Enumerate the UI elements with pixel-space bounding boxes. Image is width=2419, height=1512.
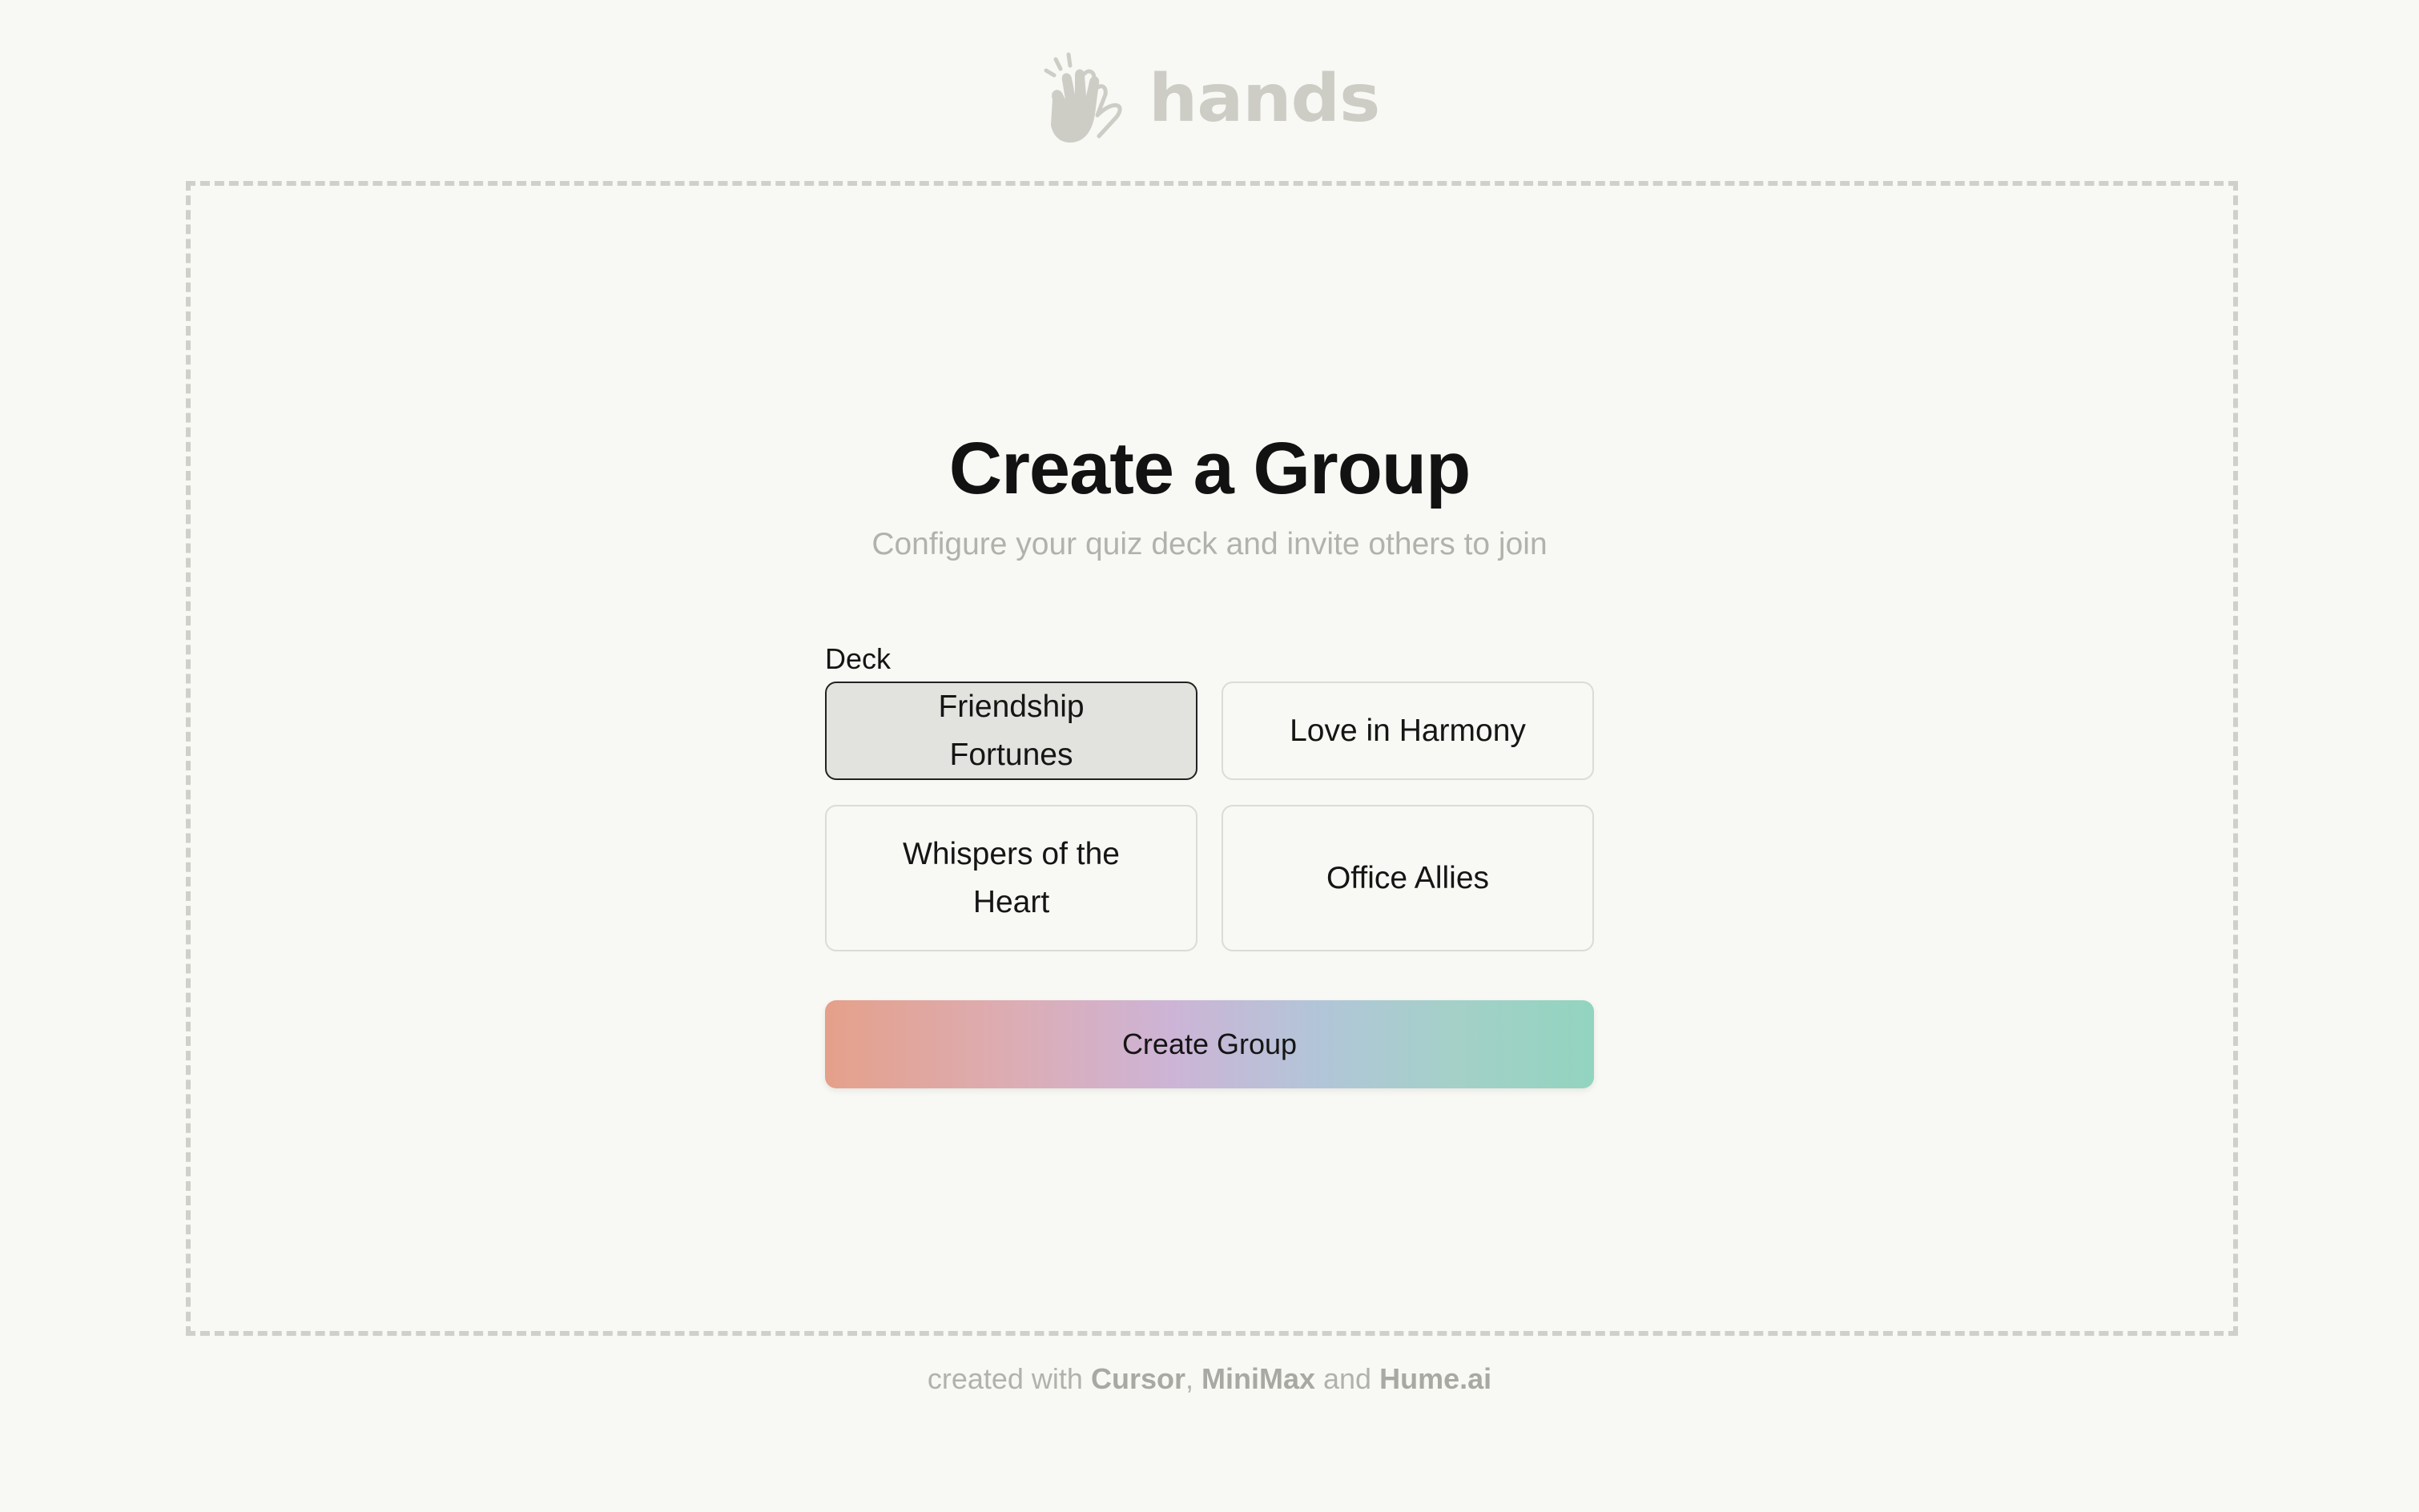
- deck-option-office-allies[interactable]: Office Allies: [1222, 805, 1594, 951]
- deck-option-whispers-of-the-heart[interactable]: Whispers of the Heart: [825, 805, 1197, 951]
- dashed-frame: [186, 181, 2238, 1336]
- deck-option-love-in-harmony[interactable]: Love in Harmony: [1222, 682, 1594, 780]
- deck-option-label: Friendship Fortunes: [938, 689, 1085, 772]
- footer-separator: and: [1315, 1362, 1380, 1395]
- create-group-button[interactable]: Create Group: [825, 1000, 1594, 1088]
- deck-option-label: Love in Harmony: [1290, 713, 1526, 748]
- footer-credits: created with Cursor, MiniMax and Hume.ai: [0, 1359, 2419, 1399]
- page-subtitle: Configure your quiz deck and invite othe…: [871, 527, 1548, 561]
- footer-separator: ,: [1185, 1362, 1201, 1395]
- footer-link-minimax: MiniMax: [1201, 1362, 1316, 1395]
- footer-link-cursor: Cursor: [1090, 1362, 1185, 1395]
- deck-option-friendship-fortunes[interactable]: Friendship Fortunes: [825, 682, 1197, 780]
- footer-link-hume: Hume.ai: [1379, 1362, 1492, 1395]
- logo-text: hands: [1149, 61, 1380, 137]
- clapping-hand-icon: [1041, 51, 1131, 147]
- page: hands Create a Group Configure your quiz…: [0, 0, 2419, 1512]
- deck-option-label: Whispers of the Heart: [903, 836, 1120, 919]
- logo[interactable]: hands: [1041, 51, 1380, 147]
- deck-label: Deck: [825, 642, 892, 675]
- page-title: Create a Group: [948, 428, 1471, 509]
- deck-option-label: Office Allies: [1326, 860, 1490, 895]
- footer-prefix: created with: [927, 1362, 1091, 1395]
